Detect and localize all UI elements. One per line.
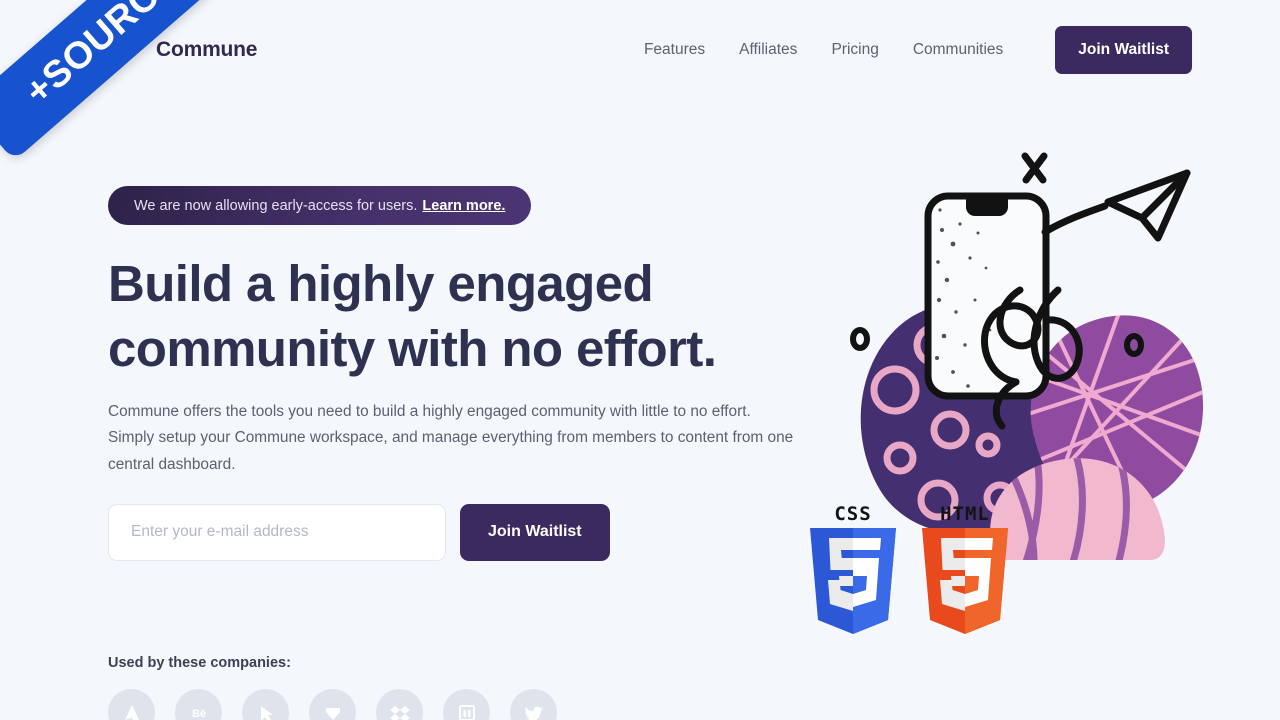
vimeo-icon [309, 689, 356, 720]
learn-more-link[interactable]: Learn more. [422, 198, 505, 214]
landing-page: Commune Features Affiliates Pricing Comm… [0, 0, 1280, 720]
css3-shield-icon [806, 528, 900, 642]
hero-content: We are now allowing early-access for use… [108, 186, 808, 561]
announcement-text: We are now allowing early-access for use… [134, 197, 418, 214]
header-join-waitlist-button[interactable]: Join Waitlist [1055, 26, 1192, 74]
atlassian-icon [108, 689, 155, 720]
twitter-icon [510, 689, 557, 720]
client-logo-list: Bē [108, 689, 728, 720]
email-input[interactable] [108, 503, 446, 561]
nav-item-affiliates[interactable]: Affiliates [739, 41, 797, 59]
site-header: Commune Features Affiliates Pricing Comm… [0, 0, 1280, 100]
behance-icon: Bē [175, 689, 222, 720]
paper-plane-icon [1104, 169, 1191, 242]
css3-stack-item: CSS [806, 505, 900, 643]
signup-form: Join Waitlist [108, 503, 808, 561]
html5-shield-icon [918, 528, 1012, 642]
hero-headline: Build a highly engaged community with no… [108, 255, 717, 378]
announcement-banner[interactable]: We are now allowing early-access for use… [108, 186, 532, 225]
client-logos-section: Used by these companies: Bē [108, 655, 728, 720]
dropbox-icon [376, 689, 423, 720]
clients-label: Used by these companies: [108, 655, 291, 671]
hero-illustration [820, 140, 1220, 560]
nav-item-features[interactable]: Features [644, 41, 705, 59]
brand-name: Commune [156, 38, 258, 61]
tech-stack-logos: CSS HTML [806, 505, 1046, 650]
slideshare-icon [443, 689, 490, 720]
nav-item-communities[interactable]: Communities [913, 41, 1003, 59]
cursor-icon [242, 689, 289, 720]
hero-join-waitlist-button[interactable]: Join Waitlist [460, 503, 610, 561]
html5-stack-item: HTML [918, 505, 1012, 643]
html-label: HTML [940, 503, 990, 525]
css-label: CSS [834, 503, 872, 525]
main-navigation: Features Affiliates Pricing Communities … [644, 26, 1192, 74]
phone-doodle [924, 192, 1050, 400]
hero-subtitle: Commune offers the tools you need to bui… [108, 402, 794, 473]
nav-item-pricing[interactable]: Pricing [831, 41, 878, 59]
svg-text:Bē: Bē [191, 708, 205, 720]
decorative-marks [1021, 152, 1048, 184]
